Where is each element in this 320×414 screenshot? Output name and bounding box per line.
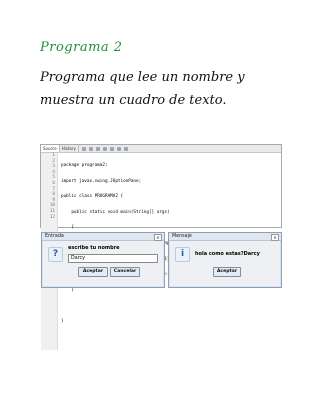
close-icon[interactable]: ✕ (271, 234, 279, 241)
tab-history[interactable]: History (60, 145, 79, 152)
toolbar-icon[interactable] (116, 146, 121, 151)
code-line: public class PROGRAMA2 { (61, 194, 124, 200)
toolbar-icon[interactable] (81, 146, 86, 151)
page-title: Programa 2 (40, 40, 123, 55)
toolbar-icon[interactable] (88, 146, 93, 151)
editor-toolbar: Source History (41, 145, 281, 153)
close-icon[interactable]: ✕ (154, 234, 162, 241)
tab-source[interactable]: Source (41, 145, 60, 152)
cancel-button[interactable]: Cancelar (110, 267, 140, 277)
question-icon: ? (48, 247, 63, 262)
dialog-title: Entrada (45, 234, 64, 239)
line-number: 12 (49, 214, 55, 220)
info-icon: i (175, 247, 190, 262)
toolbar-icon[interactable] (109, 146, 114, 151)
accept-button[interactable]: Aceptar (213, 267, 241, 277)
input-prompt-label: escribe tu nombre (68, 245, 120, 251)
toolbar-icon[interactable] (123, 146, 128, 151)
code-line: import javax.swing.JOptionPane; (61, 178, 142, 184)
code-line: package programa2; (61, 163, 108, 168)
name-input[interactable]: Darcy (68, 254, 158, 263)
dialog-title: Mensaje (172, 234, 192, 239)
entrada-dialog: Entrada ✕ ? escribe tu nombre Darcy Acep… (41, 232, 165, 288)
code-line: public static void main(String[] args) (61, 209, 170, 215)
dialog-title-bar: Entrada ✕ (42, 233, 164, 241)
code-line: { (61, 225, 74, 231)
code-editor-screenshot: Source History 1 2 3 4 5 6 7 8 9 10 11 1… (40, 144, 282, 351)
code-line: } (61, 287, 74, 293)
message-text: hola como estas?Darcy (195, 251, 260, 257)
mensaje-dialog: Mensaje ✕ i hola como estas?Darcy Acepta… (168, 232, 282, 288)
toolbar-icon[interactable] (102, 146, 107, 151)
accept-button[interactable]: Aceptar (78, 267, 108, 277)
dialog-title-bar: Mensaje ✕ (169, 233, 281, 241)
description-text: Programa que lee un nombre y muestra un … (40, 70, 245, 108)
code-line: } (61, 318, 64, 324)
toolbar-icon[interactable] (95, 146, 100, 151)
